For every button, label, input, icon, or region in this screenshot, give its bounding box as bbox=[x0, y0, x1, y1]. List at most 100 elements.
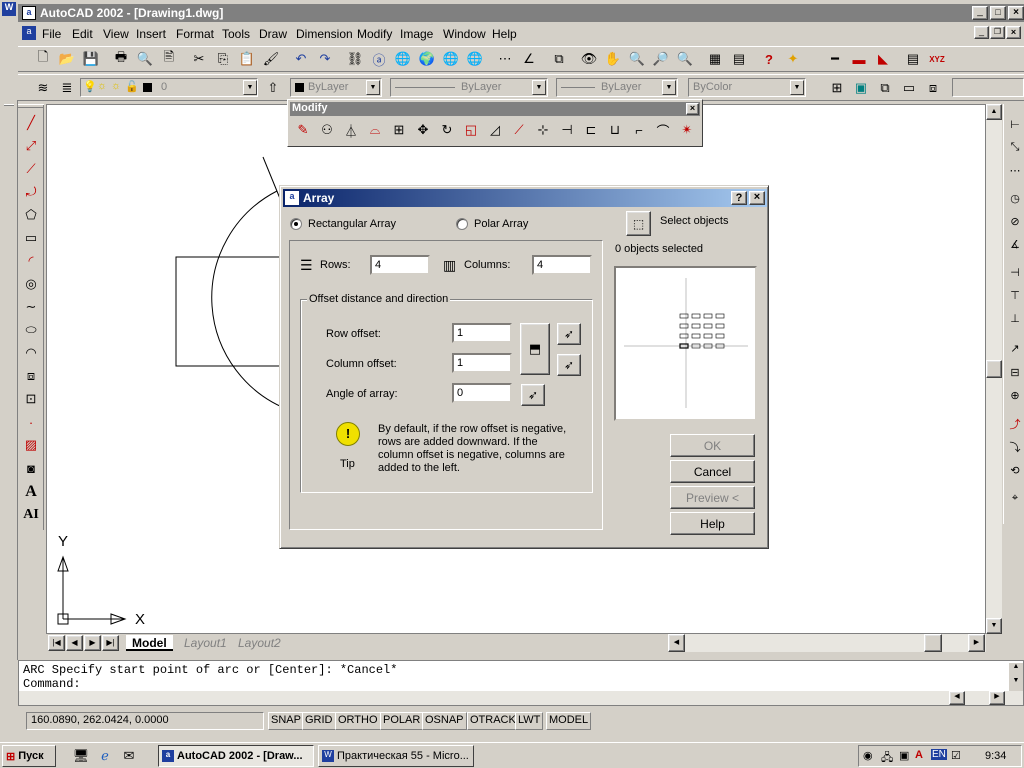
polar-array-label[interactable]: Polar Array bbox=[474, 218, 528, 230]
cancel-button[interactable]: Cancel bbox=[670, 460, 755, 483]
layers-icon[interactable]: ≋ bbox=[32, 77, 54, 99]
tray-check-icon[interactable]: ☑ bbox=[951, 749, 961, 762]
quicklaunch-outlook-icon[interactable]: ✉ bbox=[118, 745, 140, 767]
copy-object-icon[interactable]: ⚇ bbox=[316, 119, 338, 141]
menu-view[interactable]: View bbox=[103, 27, 129, 41]
menu-window[interactable]: Window bbox=[443, 27, 486, 41]
fillet-icon[interactable]: ⌒ bbox=[652, 119, 674, 141]
color-combo[interactable]: ByLayer ▼ bbox=[290, 78, 382, 97]
doc-icon[interactable]: a bbox=[22, 26, 36, 40]
ok-button[interactable]: OK bbox=[670, 434, 755, 457]
dimtedit-r-icon[interactable]: ⤵ bbox=[1006, 437, 1024, 457]
scroll-up-button[interactable]: ▲ bbox=[986, 104, 1002, 120]
command-hscroll-left[interactable]: ◀ bbox=[949, 691, 965, 705]
linetype-combo[interactable]: ByLayer ▼ bbox=[390, 78, 548, 97]
insert-block-icon[interactable]: ⧈ bbox=[20, 365, 42, 387]
scale-icon[interactable]: ◱ bbox=[460, 119, 482, 141]
construction-line-icon[interactable]: ⤢ bbox=[20, 135, 42, 157]
pan-icon[interactable]: 👁 bbox=[578, 48, 600, 70]
modify-toolbar-close[interactable]: × bbox=[686, 103, 699, 115]
matchprop-icon[interactable]: 🖌 bbox=[260, 48, 282, 70]
rectangle-icon[interactable]: ▭ bbox=[20, 227, 42, 249]
region-icon[interactable]: ◙ bbox=[20, 457, 42, 479]
ucs-icon[interactable]: ⋯ bbox=[494, 48, 516, 70]
today-icon[interactable]: ⓐ bbox=[368, 48, 390, 70]
array-dialog-help-button[interactable]: ? bbox=[731, 191, 747, 205]
pick-angle-button[interactable]: ➶ bbox=[521, 384, 545, 406]
offset-icon[interactable]: ⌓ bbox=[364, 119, 386, 141]
view-icon-4[interactable]: ▭ bbox=[898, 77, 920, 99]
web-icon[interactable]: 🌍 bbox=[416, 48, 438, 70]
array-icon[interactable]: ⊞ bbox=[388, 119, 410, 141]
dim-radius-icon[interactable]: ▤ bbox=[902, 48, 924, 70]
task-word[interactable]: W Практическая 55 - Micro... bbox=[318, 745, 474, 767]
menu-edit[interactable]: Edit bbox=[72, 27, 93, 41]
lineweight-combo[interactable]: ByLayer ▼ bbox=[556, 78, 678, 97]
quicklaunch-desktop-icon[interactable]: 🖥 bbox=[70, 745, 92, 767]
menu-draw[interactable]: Draw bbox=[259, 27, 287, 41]
tray-network-icon[interactable]: 🖧 bbox=[881, 749, 893, 768]
array-dialog-titlebar[interactable]: a Array ? × bbox=[283, 189, 767, 207]
redo-icon[interactable]: ↷ bbox=[314, 48, 336, 70]
grid-button[interactable]: GRID bbox=[302, 712, 336, 730]
row-offset-input[interactable]: 1 bbox=[452, 323, 512, 343]
tab-layout2[interactable]: Layout2 bbox=[232, 635, 287, 651]
angle-input[interactable]: 0 bbox=[452, 383, 512, 403]
modify-toolbar-titlebar[interactable]: Modify × bbox=[290, 102, 700, 116]
array-dialog-close-button[interactable]: × bbox=[749, 191, 765, 205]
lineweight-dropdown-arrow[interactable]: ▼ bbox=[662, 80, 676, 95]
erase-icon[interactable]: ✎ bbox=[292, 119, 314, 141]
menu-dimension[interactable]: Dimension bbox=[296, 27, 353, 41]
menu-tools[interactable]: Tools bbox=[222, 27, 250, 41]
zoom-previous-icon[interactable]: 🔍 bbox=[674, 48, 696, 70]
dim-linear-icon[interactable]: ━ bbox=[824, 48, 846, 70]
xyz-icon[interactable]: XYZ bbox=[926, 48, 948, 70]
meetnow-icon[interactable]: 🌐 bbox=[392, 48, 414, 70]
maximize-button[interactable]: □ bbox=[990, 6, 1006, 20]
line-icon[interactable]: ╱ bbox=[20, 112, 42, 134]
rotate-icon[interactable]: ↻ bbox=[436, 119, 458, 141]
task-autocad[interactable]: a AutoCAD 2002 - [Draw... bbox=[158, 745, 314, 767]
distance-icon[interactable]: ∠ bbox=[518, 48, 540, 70]
properties-icon[interactable]: ▦ bbox=[704, 48, 726, 70]
stretch-icon[interactable]: ◿ bbox=[484, 119, 506, 141]
viewport-scale[interactable] bbox=[952, 78, 1024, 97]
layer-combo[interactable]: 💡 ☼ ☼ 🔓 0 ▼ bbox=[80, 78, 258, 97]
dimedit-r-icon[interactable]: ⤴ bbox=[1006, 414, 1024, 434]
menu-image[interactable]: Image bbox=[400, 27, 433, 41]
dim-radius-r-icon[interactable]: ◷ bbox=[1006, 188, 1024, 208]
tab-model[interactable]: Model bbox=[126, 635, 173, 651]
layer-dropdown-arrow[interactable]: ▼ bbox=[243, 80, 257, 95]
spline-icon[interactable]: ∼ bbox=[20, 296, 42, 318]
view-icon-2[interactable]: ▣ bbox=[850, 77, 872, 99]
dimupdate-r-icon[interactable]: ⟲ bbox=[1006, 460, 1024, 480]
dim-aligned-icon[interactable]: ▬ bbox=[848, 48, 870, 70]
cut-icon[interactable]: ✂ bbox=[188, 48, 210, 70]
pick-both-offsets-button[interactable]: ⬒ bbox=[520, 323, 550, 375]
polyline-icon[interactable]: ⟋ bbox=[20, 158, 42, 180]
model-button[interactable]: MODEL bbox=[546, 712, 592, 730]
help-icon[interactable]: ? bbox=[758, 48, 780, 70]
zoom-realtime-icon[interactable]: 🔍 bbox=[626, 48, 648, 70]
save-icon[interactable]: 💾 bbox=[80, 48, 102, 70]
view-icon-3[interactable]: ⧉ bbox=[874, 77, 896, 99]
lengthen-icon[interactable]: ⟋ bbox=[508, 119, 530, 141]
extend-icon[interactable]: ⊣ bbox=[556, 119, 578, 141]
dim-ordinate-r-icon[interactable]: ⋯ bbox=[1006, 160, 1024, 180]
circle-icon[interactable]: ◎ bbox=[20, 273, 42, 295]
leader-r-icon[interactable]: ↗ bbox=[1006, 338, 1024, 358]
linetype-dropdown-arrow[interactable]: ▼ bbox=[532, 80, 546, 95]
tray-lang-indicator[interactable]: EN bbox=[931, 749, 947, 760]
command-hscroll-right[interactable]: ▶ bbox=[989, 691, 1005, 705]
zoom-window-icon[interactable]: 🔎 bbox=[650, 48, 672, 70]
column-offset-input[interactable]: 1 bbox=[452, 353, 512, 373]
trim-icon[interactable]: ⊹ bbox=[532, 119, 554, 141]
menu-help[interactable]: Help bbox=[492, 27, 517, 41]
hscroll-left-button[interactable]: ◀ bbox=[668, 634, 685, 652]
tolerance-r-icon[interactable]: ⊟ bbox=[1006, 362, 1024, 382]
hscroll-thumb[interactable] bbox=[924, 634, 942, 652]
tray-app-icon[interactable]: ▣ bbox=[899, 749, 909, 762]
menu-format[interactable]: Format bbox=[176, 27, 214, 41]
point-icon[interactable]: 🌐 bbox=[440, 48, 462, 70]
preview-button[interactable]: Preview < bbox=[670, 486, 755, 509]
